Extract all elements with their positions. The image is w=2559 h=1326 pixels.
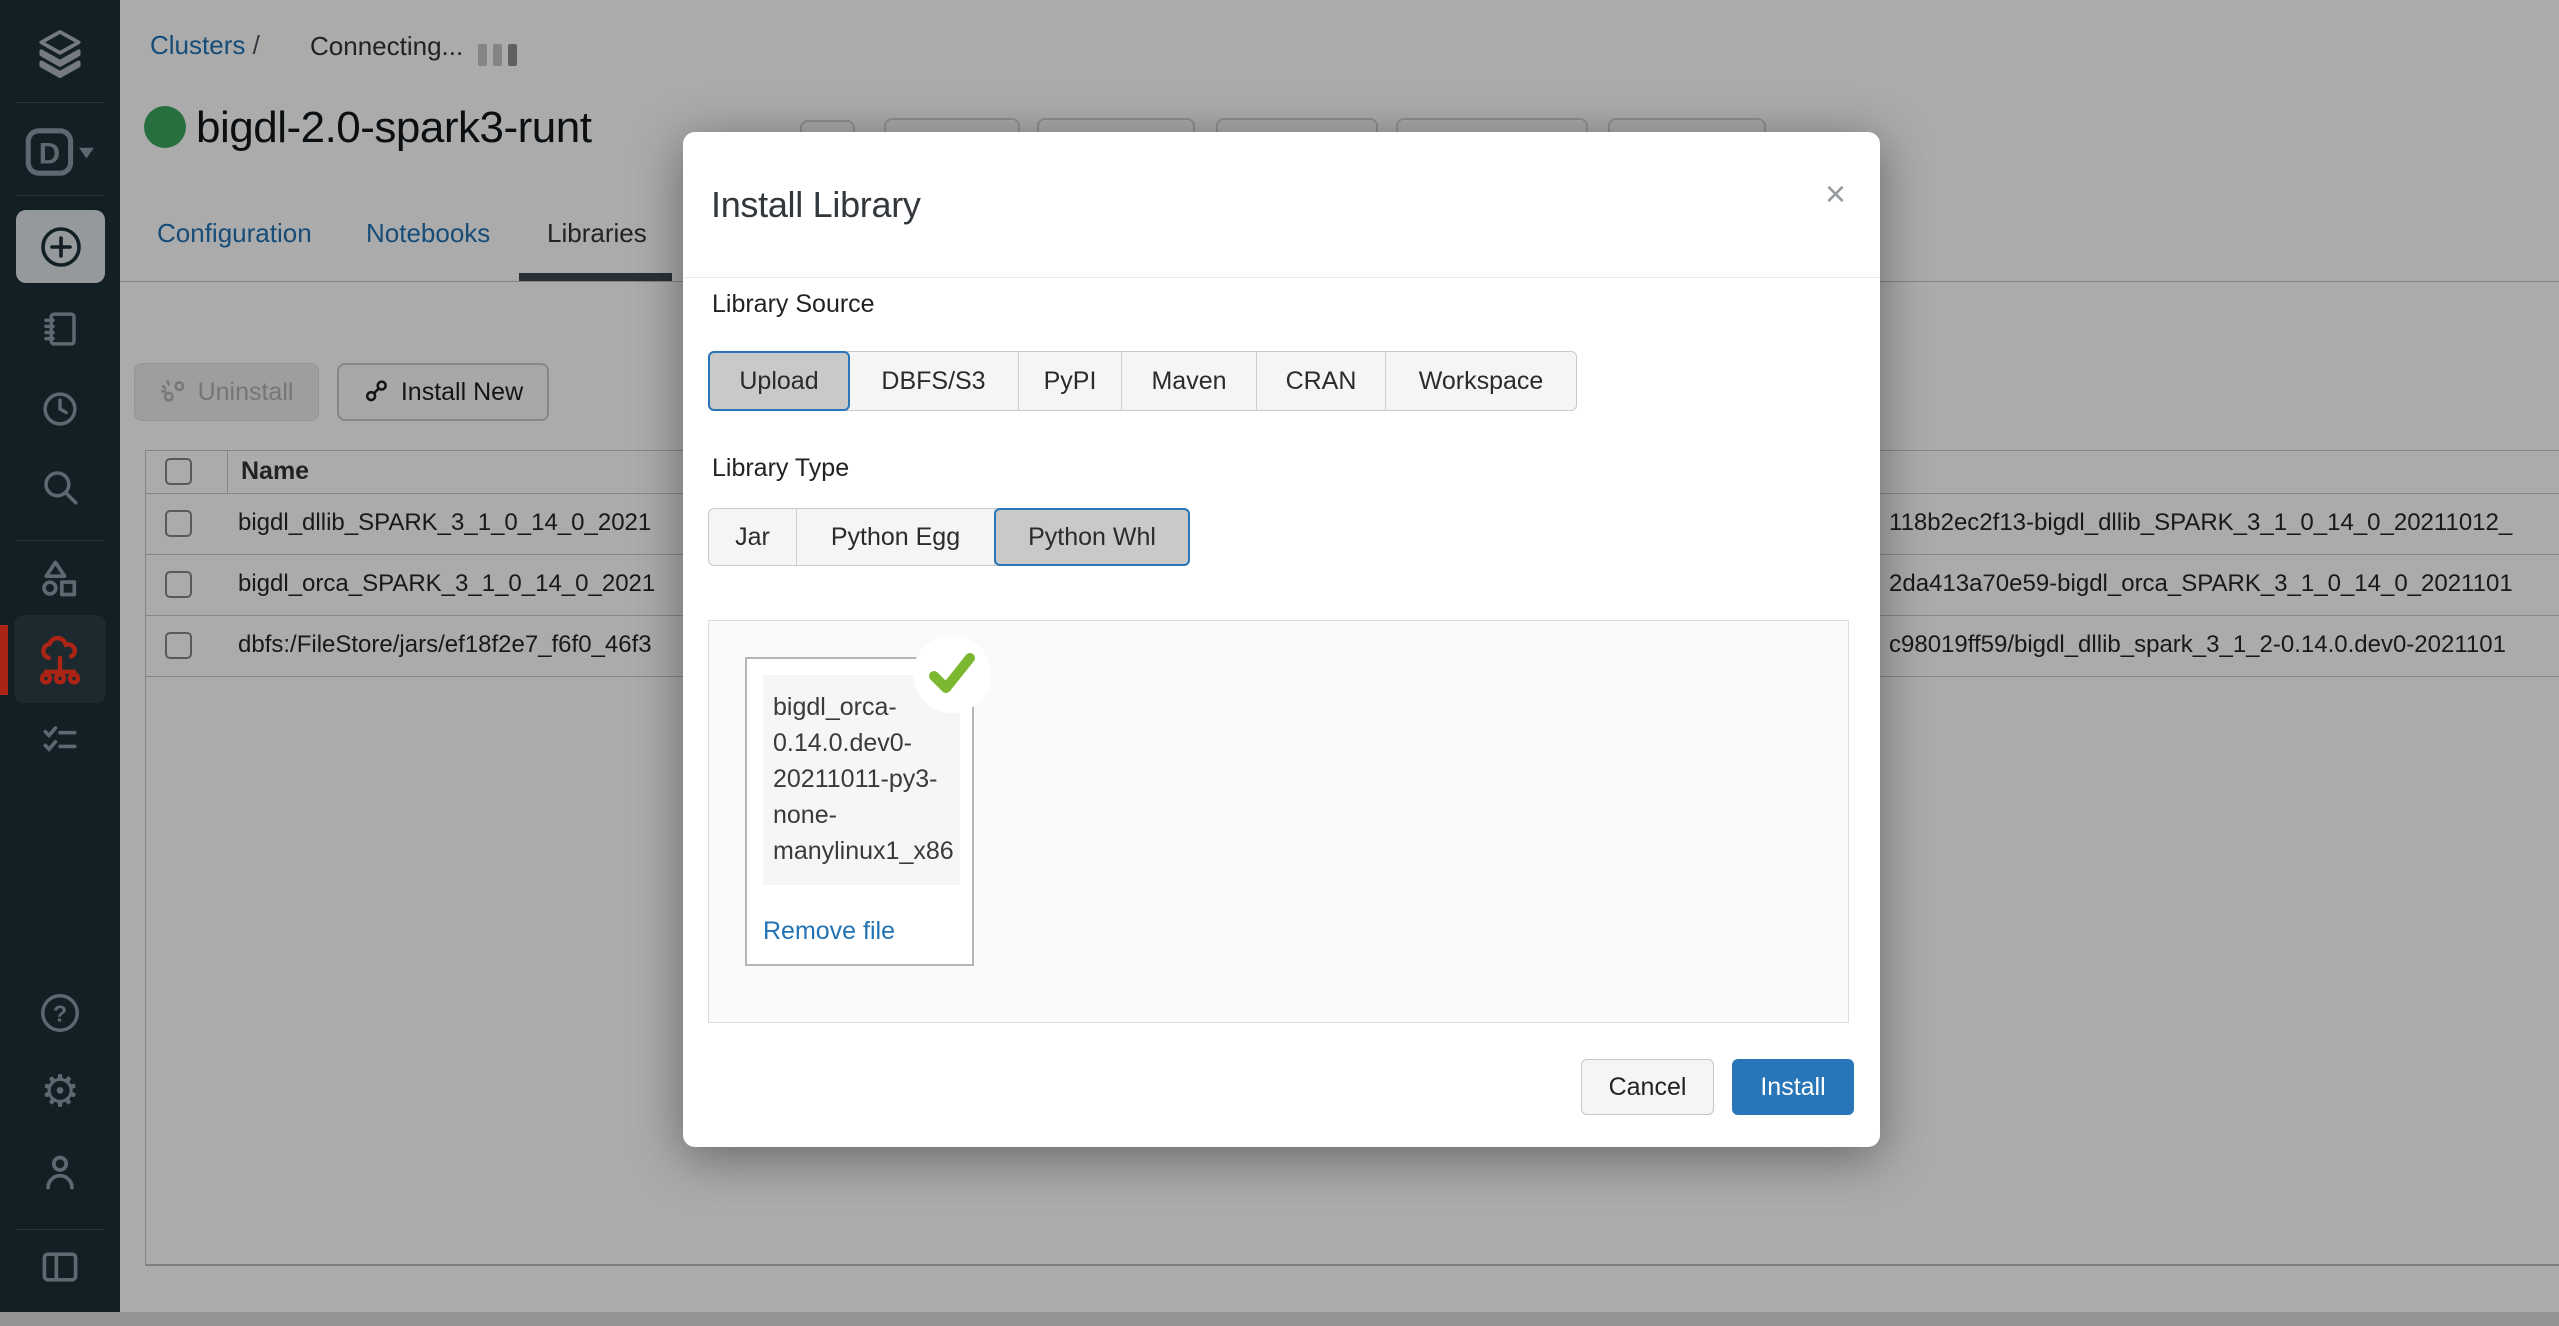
source-option-dbfs-s3[interactable]: DBFS/S3 — [849, 352, 1019, 410]
source-option-workspace[interactable]: Workspace — [1386, 352, 1576, 410]
source-option-cran[interactable]: CRAN — [1257, 352, 1386, 410]
library-type-label: Library Type — [712, 454, 849, 483]
remove-file-link[interactable]: Remove file — [763, 917, 895, 946]
modal-title: Install Library — [711, 184, 921, 226]
type-option-python-whl[interactable]: Python Whl — [994, 508, 1190, 566]
library-source-group: Upload DBFS/S3 PyPI Maven CRAN Workspace — [708, 351, 1577, 411]
type-option-python-egg[interactable]: Python Egg — [797, 509, 995, 565]
library-source-label: Library Source — [712, 290, 875, 319]
source-option-pypi[interactable]: PyPI — [1019, 352, 1122, 410]
install-library-modal: Install Library × Library Source Upload … — [683, 132, 1880, 1147]
install-button[interactable]: Install — [1732, 1059, 1854, 1115]
type-option-jar[interactable]: Jar — [709, 509, 797, 565]
close-icon[interactable]: × — [1825, 176, 1846, 212]
source-option-upload[interactable]: Upload — [708, 351, 850, 411]
library-type-group: Jar Python Egg Python Whl — [708, 508, 1190, 566]
cancel-button[interactable]: Cancel — [1581, 1059, 1714, 1115]
file-dropzone[interactable]: bigdl_orca- 0.14.0.dev0- 20211011-py3- n… — [708, 620, 1849, 1023]
upload-success-check-icon — [913, 635, 991, 713]
modal-header-divider — [683, 277, 1880, 278]
uploaded-file-card: bigdl_orca- 0.14.0.dev0- 20211011-py3- n… — [745, 657, 974, 966]
source-option-maven[interactable]: Maven — [1122, 352, 1257, 410]
